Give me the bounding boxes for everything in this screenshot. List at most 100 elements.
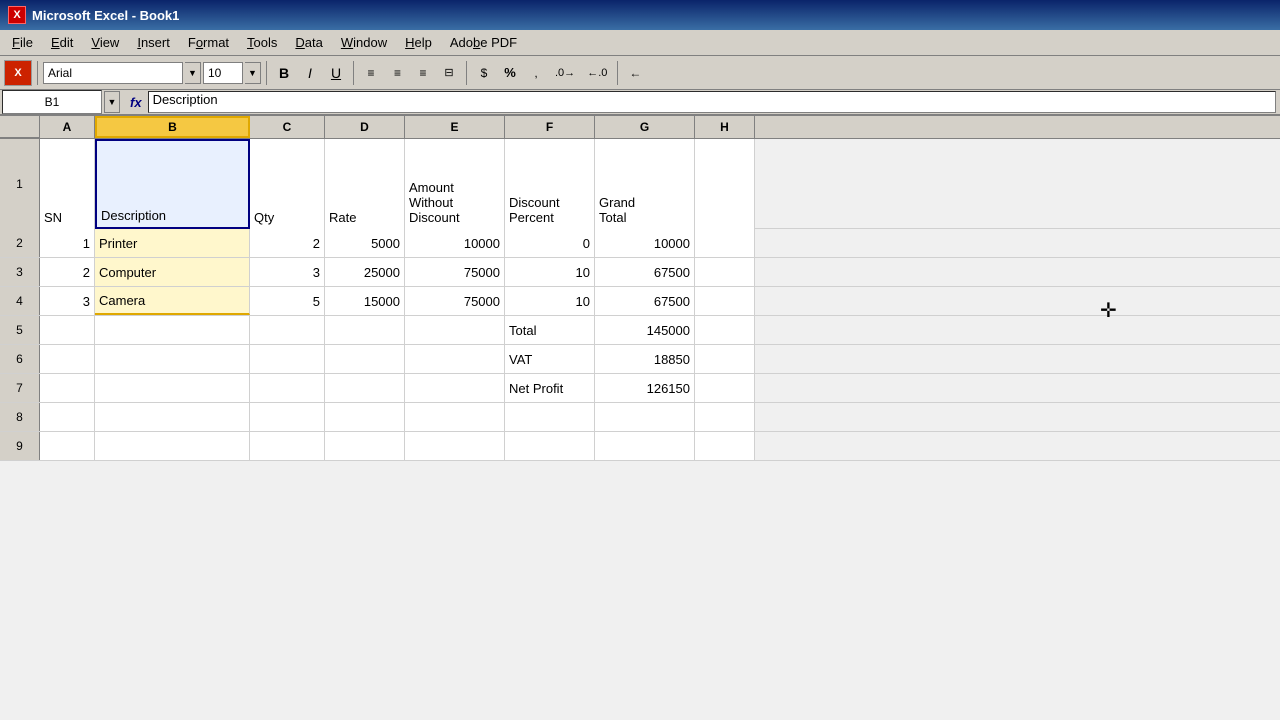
cell-g3[interactable]: 67500 [595,258,695,286]
cell-h4[interactable] [695,287,755,315]
cell-f9[interactable] [505,432,595,460]
align-left-button[interactable]: ≡ [359,61,383,85]
font-name-dropdown[interactable]: ▼ [185,62,201,84]
cell-h1[interactable] [695,139,755,229]
cell-g8[interactable] [595,403,695,431]
currency-button[interactable]: $ [472,61,496,85]
row-number-9[interactable]: 9 [0,432,40,460]
row-number-4[interactable]: 4 [0,287,40,315]
cell-d4[interactable]: 15000 [325,287,405,315]
cell-e6[interactable] [405,345,505,373]
cell-g9[interactable] [595,432,695,460]
col-header-e[interactable]: E [405,116,505,138]
row-number-2[interactable]: 2 [0,229,40,257]
cell-g6[interactable]: 18850 [595,345,695,373]
cell-e1[interactable]: Amount Without Discount [405,139,505,229]
cell-c4[interactable]: 5 [250,287,325,315]
cell-e8[interactable] [405,403,505,431]
row-number-6[interactable]: 6 [0,345,40,373]
cell-e9[interactable] [405,432,505,460]
cell-f6[interactable]: VAT [505,345,595,373]
cell-f7[interactable]: Net Profit [505,374,595,402]
cell-b8[interactable] [95,403,250,431]
col-header-b[interactable]: B [95,116,250,138]
cell-h9[interactable] [695,432,755,460]
cell-g2[interactable]: 10000 [595,229,695,257]
cell-c7[interactable] [250,374,325,402]
cell-d2[interactable]: 5000 [325,229,405,257]
increase-decimal-button[interactable]: .0→ [550,61,580,85]
menu-data[interactable]: Data [287,33,330,52]
row-number-1[interactable]: 1 [0,139,40,229]
menu-window[interactable]: Window [333,33,395,52]
row-number-3[interactable]: 3 [0,258,40,286]
cell-f8[interactable] [505,403,595,431]
menu-tools[interactable]: Tools [239,33,285,52]
cell-h3[interactable] [695,258,755,286]
font-size-dropdown[interactable]: ▼ [245,62,261,84]
italic-button[interactable]: I [298,61,322,85]
cell-a1[interactable]: SN [40,139,95,229]
cell-d7[interactable] [325,374,405,402]
row-number-7[interactable]: 7 [0,374,40,402]
cell-e3[interactable]: 75000 [405,258,505,286]
cell-c5[interactable] [250,316,325,344]
cell-g4[interactable]: 67500 [595,287,695,315]
cell-h6[interactable] [695,345,755,373]
bold-button[interactable]: B [272,61,296,85]
indent-decrease-button[interactable]: ← [623,61,647,85]
cell-f2[interactable]: 0 [505,229,595,257]
cell-f3[interactable]: 10 [505,258,595,286]
formula-input[interactable]: Description [148,91,1276,113]
cell-d6[interactable] [325,345,405,373]
menu-edit[interactable]: Edit [43,33,81,52]
cell-c3[interactable]: 3 [250,258,325,286]
cell-f1[interactable]: Discount Percent [505,139,595,229]
cell-a5[interactable] [40,316,95,344]
cell-e4[interactable]: 75000 [405,287,505,315]
row-number-8[interactable]: 8 [0,403,40,431]
cell-b9[interactable] [95,432,250,460]
cell-b7[interactable] [95,374,250,402]
cell-a8[interactable] [40,403,95,431]
cell-reference-box[interactable]: B1 [2,90,102,114]
cell-g5[interactable]: 145000 [595,316,695,344]
cell-a2[interactable]: 1 [40,229,95,257]
cell-d1[interactable]: Rate [325,139,405,229]
cell-f4[interactable]: 10 [505,287,595,315]
cell-c6[interactable] [250,345,325,373]
cell-c2[interactable]: 2 [250,229,325,257]
cell-h7[interactable] [695,374,755,402]
cell-d9[interactable] [325,432,405,460]
cell-a7[interactable] [40,374,95,402]
menu-file[interactable]: File [4,33,41,52]
cell-c9[interactable] [250,432,325,460]
menu-insert[interactable]: Insert [129,33,178,52]
cell-g7[interactable]: 126150 [595,374,695,402]
cell-h2[interactable] [695,229,755,257]
align-center-button[interactable]: ≡ [385,61,409,85]
align-right-button[interactable]: ≡ [411,61,435,85]
menu-view[interactable]: View [83,33,127,52]
cell-a6[interactable] [40,345,95,373]
cell-f5[interactable]: Total [505,316,595,344]
cell-e2[interactable]: 10000 [405,229,505,257]
menu-help[interactable]: Help [397,33,440,52]
cell-d5[interactable] [325,316,405,344]
decrease-decimal-button[interactable]: ←.0 [582,61,612,85]
row-number-5[interactable]: 5 [0,316,40,344]
percent-button[interactable]: % [498,61,522,85]
cell-h8[interactable] [695,403,755,431]
underline-button[interactable]: U [324,61,348,85]
cell-c8[interactable] [250,403,325,431]
col-header-a[interactable]: A [40,116,95,138]
merge-center-button[interactable]: ⊟ [437,61,461,85]
cell-d3[interactable]: 25000 [325,258,405,286]
cell-ref-dropdown[interactable]: ▼ [104,91,120,113]
cell-c1[interactable]: Qty [250,139,325,229]
cell-b5[interactable] [95,316,250,344]
col-header-c[interactable]: C [250,116,325,138]
cell-e5[interactable] [405,316,505,344]
menu-format[interactable]: Format [180,33,237,52]
menu-adobe-pdf[interactable]: Adobe PDF [442,33,525,52]
